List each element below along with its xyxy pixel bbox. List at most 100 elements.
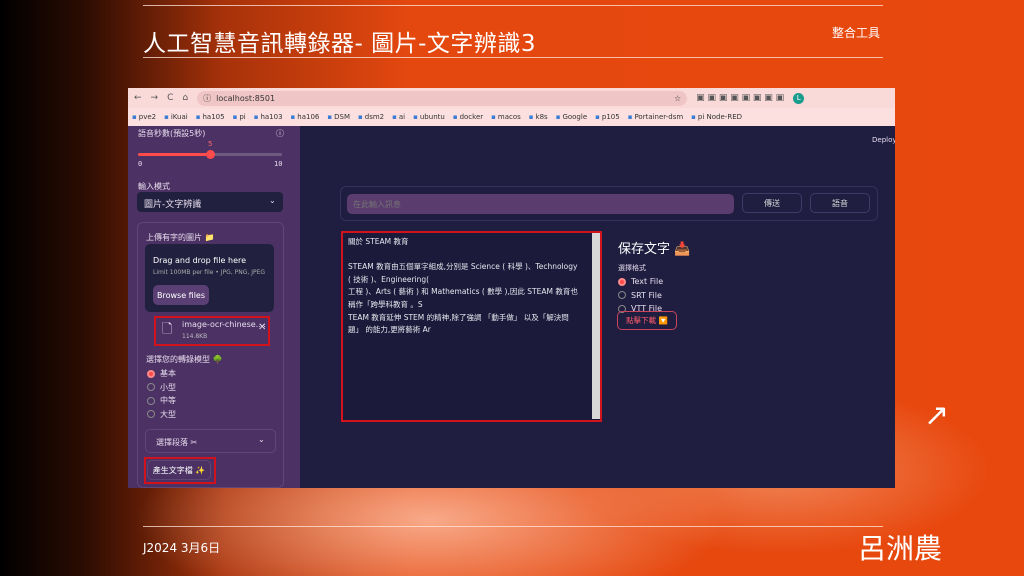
bookmark[interactable]: ▪ ubuntu (413, 113, 445, 121)
bookmark-label: pve2 (138, 113, 157, 121)
slide-author: 呂洲農 (858, 532, 943, 565)
file-dropzone[interactable]: Drag and drop file here Limit 100MB per … (145, 244, 274, 312)
bookmark-label: ha103 (260, 113, 283, 121)
bookmark-icon: ▪ (627, 113, 633, 121)
bookmark[interactable]: ▪ iKuai (164, 113, 188, 121)
slider-label: 語音秒數(預設5秒) (138, 129, 206, 138)
bookmark[interactable]: ▪ dsm2 (358, 113, 384, 121)
bookmark-label: DSM (334, 113, 351, 121)
bookmark-label: docker (459, 113, 484, 121)
bookmark-label: p105 (601, 113, 620, 121)
bookmark[interactable]: ▪ Google (556, 113, 587, 121)
address-bar[interactable]: ⓘ localhost:8501 ☆ (197, 90, 688, 106)
back-icon[interactable]: ← (134, 93, 142, 103)
bookmark[interactable]: ▪ ha106 (291, 113, 320, 121)
radio-label: 大型 (160, 409, 176, 419)
bookmark-icon: ▪ (358, 113, 363, 121)
radio-label: 基本 (160, 369, 176, 378)
home-icon[interactable]: ⌂ (182, 93, 188, 103)
slider-handle[interactable] (206, 150, 215, 159)
radio-icon (618, 277, 626, 286)
bookmarks-bar: ▪ pve2 ▪ iKuai ▪ ha105 ▪ pi ▪ ha103 ▪ ha106 ▪ DSM ▪ dsm… (128, 108, 895, 126)
bookmark-icon: ▪ (232, 113, 238, 121)
format-radio[interactable]: SRT File (618, 291, 662, 300)
bookmark[interactable]: ▪ ha103 (254, 113, 283, 121)
radio-label: 小型 (160, 382, 176, 392)
slider-value: 5 (208, 140, 213, 148)
bookmark-icon: ▪ (491, 113, 496, 121)
segment-expander[interactable]: 選擇段落 ✂ ⌄ (145, 429, 276, 453)
segment-label: 選擇段落 ✂ (156, 438, 198, 447)
bookmark-icon: ▪ (290, 113, 296, 121)
upload-label: 上傳有字的圖片 📁 (146, 233, 215, 242)
bookmark[interactable]: ▪ ai (392, 113, 405, 121)
slider-max: 10 (274, 160, 283, 168)
bookmark-icon: ▪ (528, 113, 534, 121)
info-icon: ⓘ (203, 93, 212, 103)
forward-icon[interactable]: → (151, 93, 159, 103)
send-button[interactable]: 傳送 (742, 193, 802, 213)
bookmark-icon: ▪ (595, 113, 600, 121)
bookmark-label: ha106 (297, 113, 320, 121)
model-radio[interactable]: 中等 (147, 395, 176, 406)
slider-min: 0 (138, 160, 143, 168)
bookmark[interactable]: ▪ p105 (595, 113, 620, 121)
bookmark[interactable]: ▪ macos (491, 113, 521, 121)
radio-icon (147, 383, 155, 391)
bookmark-label: ai (398, 113, 406, 121)
bookmark[interactable]: ▪ DSM (327, 113, 350, 121)
extensions-icon[interactable]: ▣ ▣ ▣ ▣ ▣ ▣ ▣ ▣ (696, 93, 784, 103)
slider-track[interactable] (138, 150, 282, 159)
bookmark-icon: ▪ (195, 113, 201, 121)
message-input[interactable] (347, 194, 734, 214)
input-mode-select[interactable]: 圖片-文字辨識 ⌄ (137, 192, 283, 212)
radio-icon (147, 369, 155, 378)
bookmark[interactable]: ▪ Portainer-dsm (628, 113, 683, 121)
bookmark-icon: ▪ (253, 113, 259, 121)
avatar[interactable]: L (793, 92, 805, 104)
slider-fill (138, 153, 210, 156)
bookmark-label: dsm2 (364, 113, 385, 121)
bookmark-label: macos (497, 113, 521, 121)
help-icon[interactable]: ⓘ (276, 128, 284, 139)
sidebar: 語音秒數(預設5秒) ⓘ 5 0 10 輸入模式 圖片-文字辨識 ⌄ 上傳有字的圖… (128, 126, 300, 488)
star-icon[interactable]: ☆ (674, 94, 681, 103)
highlight-box (341, 231, 602, 422)
radio-icon (147, 396, 155, 405)
bookmark-icon: ▪ (555, 113, 561, 121)
radio-label: Text File (631, 277, 664, 286)
url-text: localhost:8501 (216, 93, 276, 103)
input-mode-label: 輸入模式 (138, 182, 170, 191)
model-radio[interactable]: 基本 (147, 368, 176, 379)
browse-files-button[interactable]: Browse files (153, 285, 209, 305)
deploy-button[interactable]: Deploy (872, 136, 895, 144)
bookmark-icon: ▪ (164, 113, 169, 121)
bookmark-icon: ▪ (413, 113, 418, 121)
bookmark[interactable]: ▪ docker (453, 113, 483, 121)
bookmark-icon: ▪ (691, 113, 696, 121)
slide-title: 人工智慧音訊轉錄器- 圖片-文字辨識3 (143, 31, 537, 57)
reload-icon[interactable]: C (167, 93, 173, 103)
bookmark[interactable]: ▪ pi Node-RED (691, 113, 742, 121)
slide-date: J2024 3月6日 (143, 541, 221, 555)
drop-limit: Limit 100MB per file • JPG, PNG, JPEG (153, 269, 266, 276)
slide-tag: 整合工具 (832, 26, 881, 40)
format-radio[interactable]: Text File (618, 277, 663, 286)
voice-button[interactable]: 語音 (810, 193, 870, 213)
download-button[interactable]: 點擊下載 🔽 (617, 311, 677, 330)
bookmark[interactable]: ▪ pve2 (132, 113, 156, 121)
bookmark[interactable]: ▪ pi (233, 113, 246, 121)
bookmark[interactable]: ▪ ha105 (196, 113, 225, 121)
radio-icon (618, 291, 626, 299)
model-radio[interactable]: 小型 (147, 382, 176, 393)
bookmark-label: k8s (535, 113, 548, 121)
arrow-up-right-icon: ↗ (924, 398, 950, 433)
save-title: 保存文字 📥 (618, 242, 691, 257)
bookmark[interactable]: ▪ k8s (529, 113, 548, 121)
highlight-box (154, 316, 270, 346)
model-radio[interactable]: 大型 (147, 409, 176, 420)
radio-icon (147, 410, 155, 418)
model-label: 選擇您的轉錄模型 🌳 (146, 355, 223, 364)
browser-toolbar: ← → C ⌂ ⓘ localhost:8501 ☆ ▣ ▣ ▣ ▣ ▣ ▣ ▣ ▣ L (128, 88, 895, 108)
bookmark-label: iKuai (170, 113, 188, 121)
